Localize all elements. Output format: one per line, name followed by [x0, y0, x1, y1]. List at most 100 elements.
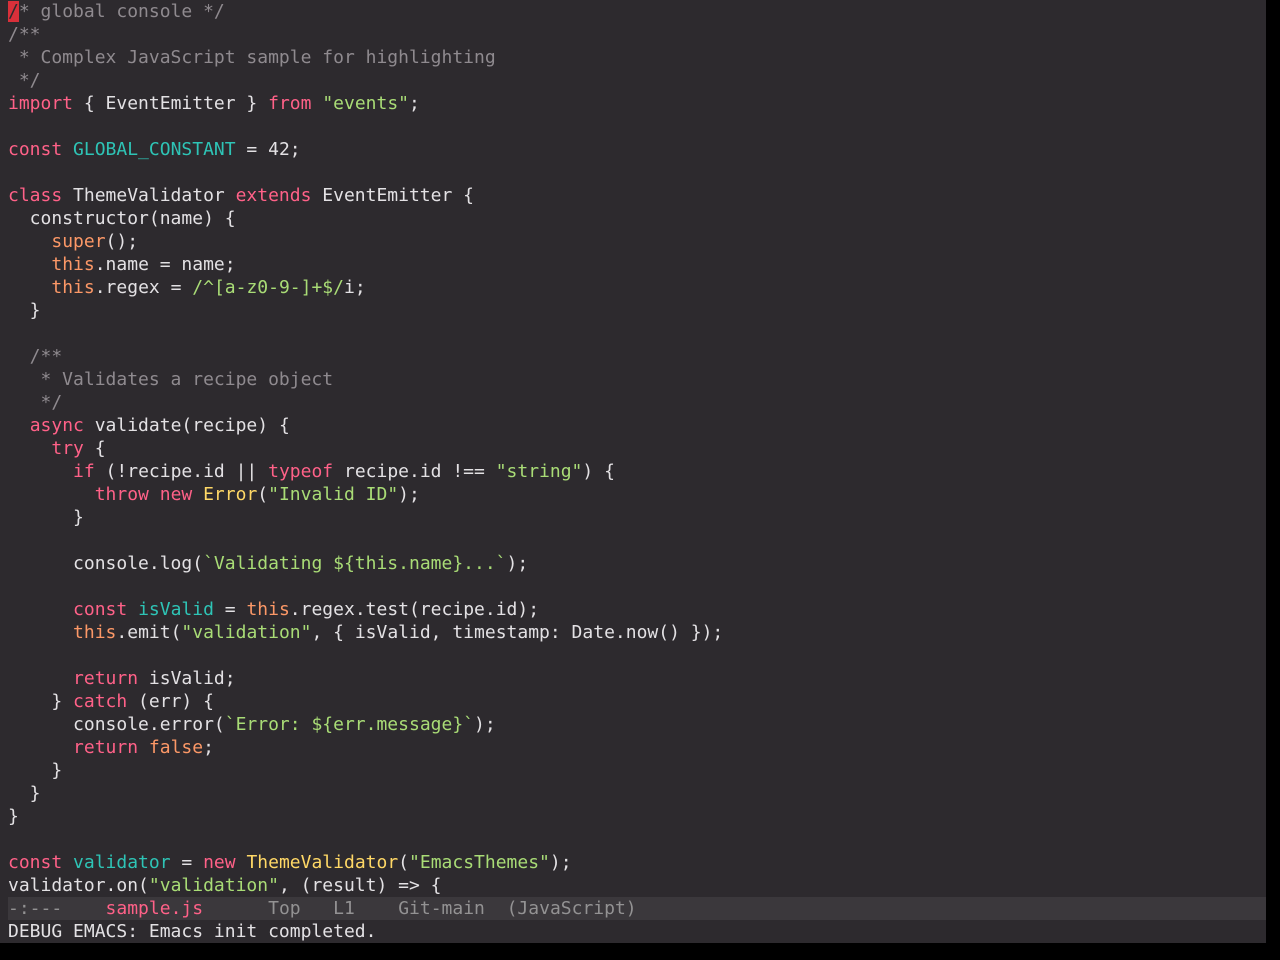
code-token: import: [8, 93, 74, 114]
code-token: if: [73, 461, 95, 482]
code-line[interactable]: }: [8, 299, 1266, 322]
echo-message: DEBUG EMACS: Emacs init completed.: [8, 921, 377, 942]
code-token: =: [213, 599, 247, 620]
code-line[interactable]: this.emit("validation", { isValid, times…: [8, 621, 1266, 644]
code-token: ;: [409, 93, 420, 114]
code-token: try: [51, 438, 84, 459]
code-line[interactable]: async validate(recipe) {: [8, 414, 1266, 437]
code-line[interactable]: }: [8, 782, 1266, 805]
code-line[interactable]: } catch (err) {: [8, 690, 1266, 713]
code-token: return: [73, 737, 139, 758]
code-line[interactable]: */: [8, 391, 1266, 414]
code-token: this: [246, 599, 290, 620]
code-token: );: [506, 553, 529, 574]
code-token: async: [29, 415, 84, 436]
modeline-major-mode[interactable]: (JavaScript): [507, 898, 637, 919]
code-token: ThemeValidator: [62, 185, 236, 206]
code-token: recipe.id !==: [333, 461, 496, 482]
code-token: * Validates a recipe object: [8, 369, 334, 390]
mode-line: -:--- sample.js Top L1 Git-main (JavaScr…: [8, 897, 1266, 920]
code-token: "validation": [148, 875, 279, 896]
code-token: false: [148, 737, 204, 758]
code-token: "validation": [181, 622, 312, 643]
code-token: isValid: [138, 599, 214, 620]
code-token: /**: [8, 346, 63, 367]
code-token: return: [73, 668, 139, 689]
code-line[interactable]: /* global console */: [8, 0, 1266, 23]
code-token: this: [73, 622, 117, 643]
code-token: ) {: [582, 461, 615, 482]
code-line[interactable]: console.log(`Validating ${this.name}...`…: [8, 552, 1266, 575]
code-token: );: [398, 484, 420, 505]
code-token: * global console */: [18, 1, 225, 22]
code-line[interactable]: [8, 644, 1266, 667]
modeline-vc-branch[interactable]: Git-main: [398, 898, 485, 919]
code-token: isValid;: [138, 668, 236, 689]
code-token: (!recipe.id ||: [94, 461, 269, 482]
code-token: constructor(name) {: [8, 208, 236, 229]
echo-area: DEBUG EMACS: Emacs init completed.: [8, 920, 1266, 943]
editor-buffer[interactable]: /* global console *//** * Complex JavaSc…: [8, 0, 1266, 897]
code-line[interactable]: }: [8, 506, 1266, 529]
code-line[interactable]: /**: [8, 345, 1266, 368]
code-line[interactable]: const GLOBAL_CONSTANT = 42;: [8, 138, 1266, 161]
modeline-filename[interactable]: sample.js: [106, 898, 204, 919]
code-line[interactable]: validator.on("validation", (result) => {: [8, 874, 1266, 897]
code-line[interactable]: this.name = name;: [8, 253, 1266, 276]
code-line[interactable]: this.regex = /^[a-z0-9-]+$/i;: [8, 276, 1266, 299]
code-line[interactable]: throw new Error("Invalid ID");: [8, 483, 1266, 506]
code-token: {: [83, 438, 106, 459]
code-line[interactable]: [8, 575, 1266, 598]
code-line[interactable]: class ThemeValidator extends EventEmitte…: [8, 184, 1266, 207]
code-line[interactable]: return false;: [8, 736, 1266, 759]
code-token: , (result) => {: [278, 875, 442, 896]
modeline-line-number: L1: [333, 898, 355, 919]
code-line[interactable]: [8, 828, 1266, 851]
code-line[interactable]: [8, 115, 1266, 138]
code-token: EventEmitter {: [311, 185, 474, 206]
code-line[interactable]: [8, 529, 1266, 552]
code-line[interactable]: * Validates a recipe object: [8, 368, 1266, 391]
code-line[interactable]: * Complex JavaScript sample for highligh…: [8, 46, 1266, 69]
code-token: "Invalid ID": [268, 484, 399, 505]
code-line[interactable]: super();: [8, 230, 1266, 253]
code-token: const: [73, 599, 128, 620]
code-line[interactable]: import { EventEmitter } from "events";: [8, 92, 1266, 115]
code-token: .regex.test(recipe.id);: [289, 599, 540, 620]
code-line[interactable]: */: [8, 69, 1266, 92]
code-token: * Complex JavaScript sample for highligh…: [8, 47, 496, 68]
code-token: validator: [73, 852, 171, 873]
code-token: , { isValid, timestamp: Date.now() });: [311, 622, 724, 643]
code-line[interactable]: constructor(name) {: [8, 207, 1266, 230]
code-token: }: [8, 760, 63, 781]
modeline-position: Top: [268, 898, 301, 919]
code-token: new: [203, 852, 236, 873]
code-token: .regex =: [94, 277, 193, 298]
code-line[interactable]: [8, 161, 1266, 184]
code-line[interactable]: return isValid;: [8, 667, 1266, 690]
code-token: "string": [495, 461, 583, 482]
code-line[interactable]: if (!recipe.id || typeof recipe.id !== "…: [8, 460, 1266, 483]
code-line[interactable]: }: [8, 805, 1266, 828]
code-line[interactable]: const validator = new ThemeValidator("Em…: [8, 851, 1266, 874]
code-token: }: [8, 507, 84, 528]
code-line[interactable]: [8, 322, 1266, 345]
code-token: (: [257, 484, 269, 505]
code-token: );: [474, 714, 496, 735]
code-line[interactable]: const isValid = this.regex.test(recipe.i…: [8, 598, 1266, 621]
code-line[interactable]: }: [8, 759, 1266, 782]
code-token: ;: [203, 737, 214, 758]
code-line[interactable]: /**: [8, 23, 1266, 46]
code-line[interactable]: console.error(`Error: ${err.message}`);: [8, 713, 1266, 736]
code-token: extends: [235, 185, 312, 206]
code-line[interactable]: try {: [8, 437, 1266, 460]
code-token: .emit(: [116, 622, 182, 643]
